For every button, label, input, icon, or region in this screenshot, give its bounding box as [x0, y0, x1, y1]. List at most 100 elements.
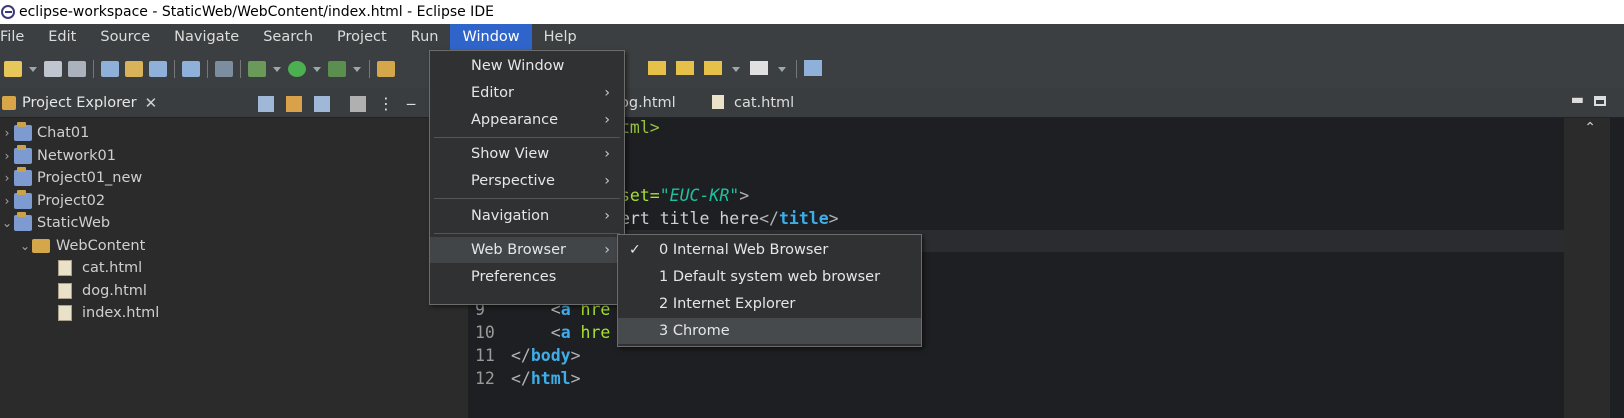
tree-node-webcontent[interactable]: ⌄ WebContent: [0, 235, 450, 258]
open-resource-icon[interactable]: [149, 61, 167, 77]
menu-item-preferences[interactable]: Preferences: [430, 264, 624, 290]
back-icon[interactable]: [704, 61, 722, 75]
open-folder-icon[interactable]: [377, 61, 395, 77]
menu-edit[interactable]: Edit: [36, 24, 88, 50]
expand-arrow-icon[interactable]: ›: [0, 126, 14, 140]
menu-run[interactable]: Run: [399, 24, 451, 50]
html-file-icon: [58, 305, 72, 322]
expand-arrow-icon[interactable]: ›: [0, 171, 14, 185]
forward-icon[interactable]: [750, 61, 768, 75]
focus-icon[interactable]: [350, 95, 366, 112]
submenu-item-chrome[interactable]: 3 Chrome: [618, 318, 921, 344]
save-icon[interactable]: [44, 61, 62, 77]
menu-item-navigation[interactable]: Navigation ›: [430, 203, 624, 229]
editor-tab-bar: og.html cat.html ▬: [450, 88, 1624, 118]
code-line-4: set="EUC-KR">: [620, 186, 750, 205]
project-explorer-icon: [2, 95, 16, 110]
filter-icon[interactable]: [314, 95, 330, 112]
toolbar-separator: [796, 60, 797, 78]
debug-dropdown-icon[interactable]: [273, 66, 281, 72]
code-line-10: 10 <a hre: [475, 323, 611, 342]
link-with-editor-icon[interactable]: [286, 95, 302, 112]
toggle-comment-icon[interactable]: [182, 61, 200, 77]
save-all-icon[interactable]: [68, 61, 86, 77]
new-icon[interactable]: [4, 61, 22, 77]
menu-item-web-browser[interactable]: Web Browser ›: [430, 237, 624, 263]
tree-node-cat-html[interactable]: cat.html: [0, 257, 450, 280]
forward-dropdown-icon[interactable]: [778, 67, 786, 72]
expand-arrow-icon[interactable]: ›: [0, 194, 14, 208]
html-file-icon: [58, 260, 72, 277]
menu-item-new-window[interactable]: New Window: [430, 53, 624, 79]
submenu-arrow-icon: ›: [604, 208, 610, 224]
close-icon[interactable]: ✕: [145, 94, 158, 112]
submenu-arrow-icon: ›: [604, 146, 610, 162]
tree-node-dog-html[interactable]: dog.html: [0, 280, 450, 303]
back-dropdown-icon[interactable]: [732, 67, 740, 72]
run-dropdown-icon[interactable]: [313, 66, 321, 72]
scroll-up-icon[interactable]: ⌃: [1584, 120, 1596, 136]
menu-item-editor[interactable]: Editor ›: [430, 80, 624, 106]
submenu-item-internal-browser[interactable]: ✓ 0 Internal Web Browser: [618, 237, 921, 263]
expand-arrow-icon[interactable]: ›: [0, 149, 14, 163]
toolbar-separator: [240, 60, 241, 78]
web-browser-submenu: ✓ 0 Internal Web Browser 1 Default system…: [617, 234, 922, 347]
project-icon: [14, 122, 32, 142]
debug-icon[interactable]: [248, 61, 266, 77]
menu-project[interactable]: Project: [325, 24, 399, 50]
toolbar-separator: [93, 60, 94, 78]
tree-node-label: Chat01: [37, 125, 90, 142]
menu-navigate[interactable]: Navigate: [162, 24, 251, 50]
tree-node-project02[interactable]: › Project02: [0, 189, 450, 213]
menu-help[interactable]: Help: [532, 24, 589, 50]
menu-file[interactable]: File: [0, 24, 36, 50]
submenu-arrow-icon: ›: [604, 173, 610, 189]
menu-search[interactable]: Search: [251, 24, 325, 50]
previous-annotation-icon[interactable]: [648, 61, 666, 75]
maximize-icon[interactable]: [1594, 96, 1606, 106]
minimize-icon[interactable]: ▬: [1571, 92, 1584, 108]
view-menu-icon[interactable]: ⋮: [378, 94, 394, 113]
project-tree: › Chat01 › Network01 › Project01_new › P…: [0, 118, 450, 325]
open-type-icon[interactable]: [101, 61, 119, 77]
collapse-arrow-icon[interactable]: ⌄: [0, 216, 14, 230]
menu-item-perspective[interactable]: Perspective ›: [430, 168, 624, 194]
window-menu-dropdown: New Window Editor › Appearance › Show View…: [429, 50, 625, 305]
tab-dog-html[interactable]: og.html: [620, 88, 676, 118]
tree-node-network01[interactable]: › Network01: [0, 144, 450, 168]
main-toolbar: [0, 50, 1624, 88]
open-task-icon[interactable]: [125, 61, 143, 77]
submenu-item-internet-explorer[interactable]: 2 Internet Explorer: [618, 291, 921, 317]
collapse-arrow-icon[interactable]: ⌄: [18, 239, 32, 253]
tree-node-project01-new[interactable]: › Project01_new: [0, 167, 450, 190]
next-annotation-icon[interactable]: [676, 61, 694, 75]
menu-window[interactable]: Window: [450, 24, 532, 50]
skip-breakpoints-icon[interactable]: [215, 61, 233, 77]
new-dropdown-icon[interactable]: [29, 66, 37, 72]
external-tools-dropdown-icon[interactable]: [353, 66, 361, 72]
project-icon: [14, 144, 32, 164]
code-line-5: ert title here</title>: [620, 209, 839, 228]
minimize-icon[interactable]: ‒: [406, 94, 416, 113]
tree-node-label: StaticWeb: [37, 215, 111, 232]
menu-source[interactable]: Source: [88, 24, 162, 50]
tree-node-label: Project01_new: [37, 170, 143, 187]
menu-item-show-view[interactable]: Show View ›: [430, 141, 624, 167]
web-project-icon: [14, 212, 32, 232]
eclipse-icon: [1, 5, 15, 19]
tree-node-index-html[interactable]: index.html: [0, 302, 450, 325]
toolbar-separator: [369, 60, 370, 78]
run-icon[interactable]: [288, 61, 306, 77]
code-line-12: 12 </html>: [475, 369, 581, 388]
tab-cat-html[interactable]: cat.html: [712, 88, 794, 118]
tree-node-staticweb[interactable]: ⌄ StaticWeb: [0, 212, 450, 235]
submenu-item-default-browser[interactable]: 1 Default system web browser: [618, 264, 921, 290]
tree-node-chat01[interactable]: › Chat01: [0, 122, 450, 145]
collapse-all-icon[interactable]: [258, 95, 274, 112]
menu-bar: File Edit Source Navigate Search Project…: [0, 24, 1624, 50]
open-perspective-icon[interactable]: [804, 60, 822, 76]
vertical-scrollbar[interactable]: [1564, 118, 1610, 418]
menu-item-appearance[interactable]: Appearance ›: [430, 107, 624, 133]
external-tools-icon[interactable]: [328, 61, 346, 77]
folder-icon: [32, 238, 50, 253]
